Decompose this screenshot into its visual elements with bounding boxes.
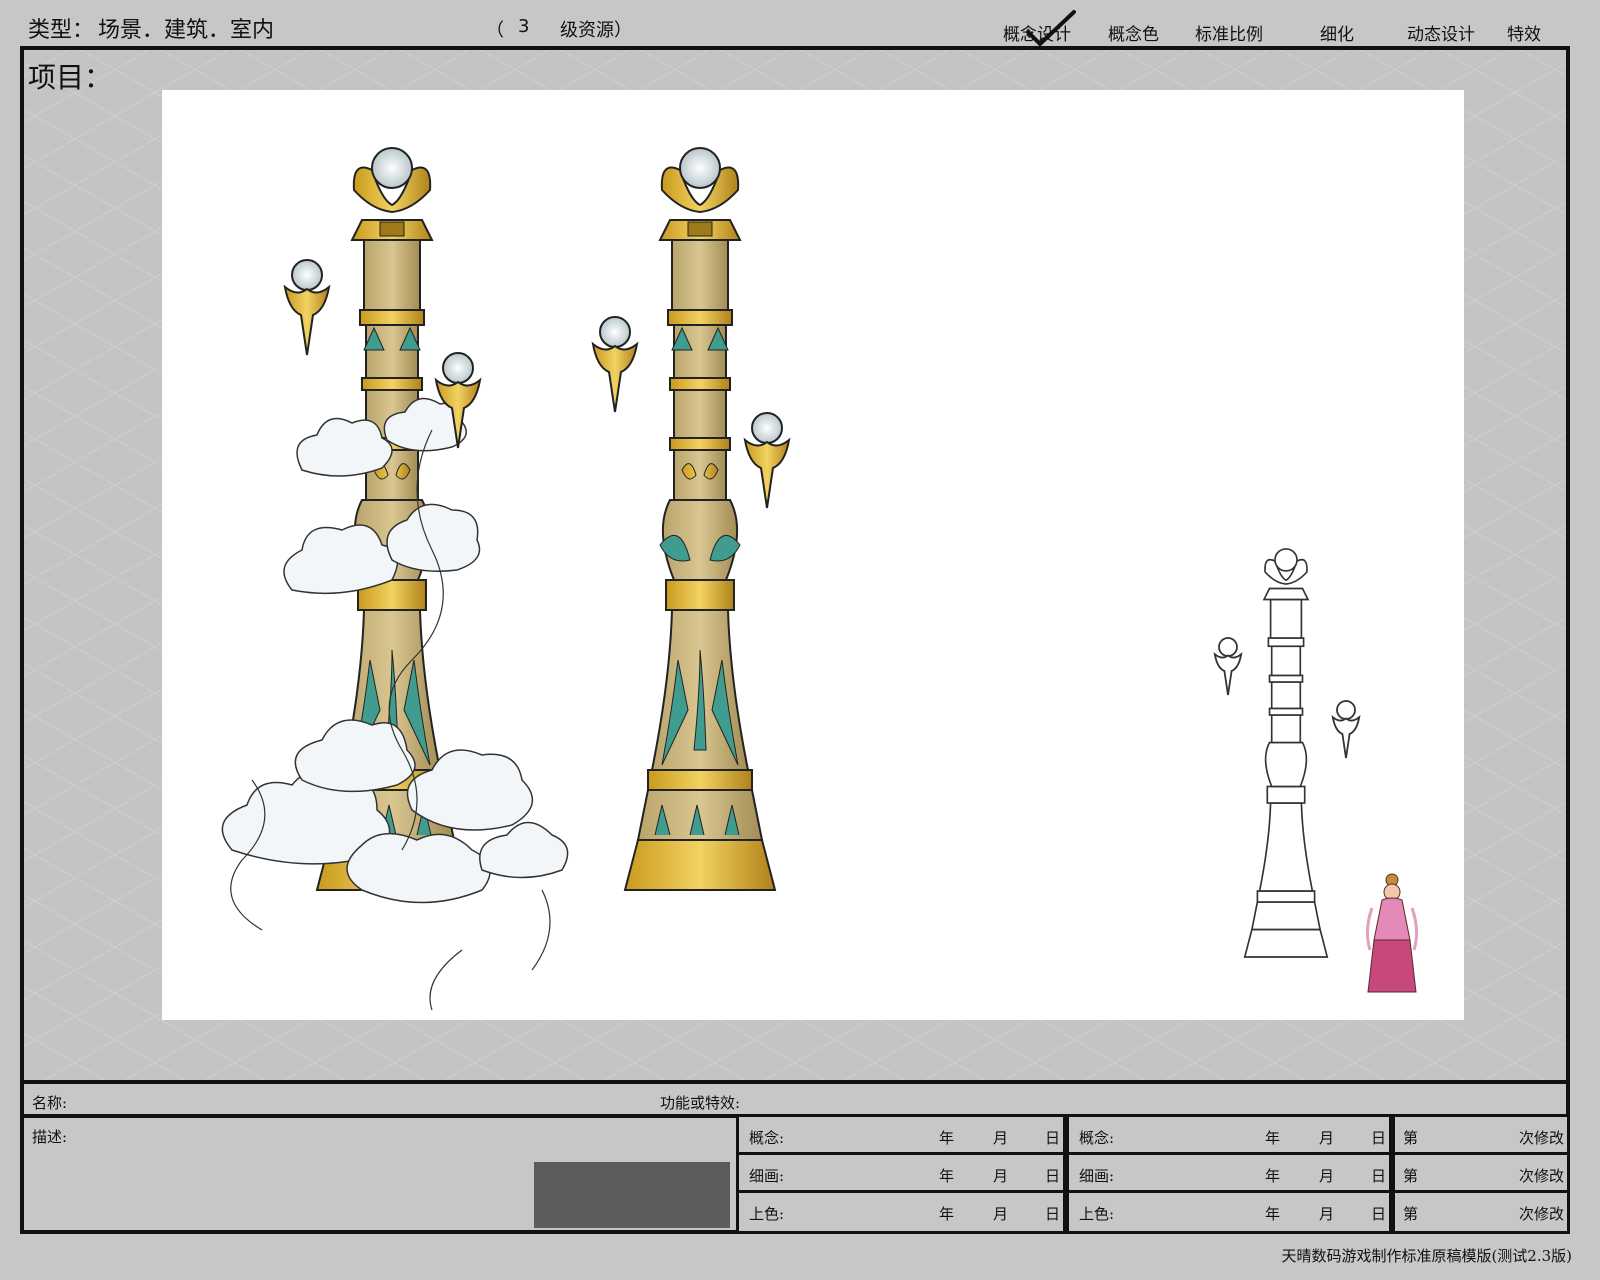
- revision-suffix: 次修改: [1519, 1129, 1565, 1147]
- function-label: 功能或特效:: [660, 1094, 741, 1112]
- template-footer: 天晴数码游戏制作标准原稿模版(测试2.3版): [1281, 1247, 1572, 1265]
- stage-motion-design: 动态设计: [1407, 25, 1475, 45]
- revision-prefix: 第: [1403, 1205, 1419, 1223]
- date-row-concept: 概念: 年 月 日: [739, 1117, 1063, 1155]
- checkmark-icon: [1026, 10, 1076, 47]
- date-row-color: 上色: 年 月 日: [739, 1193, 1063, 1231]
- level-number: 3: [518, 16, 530, 37]
- project-label: 项目：: [28, 61, 113, 94]
- type-label: 类型：: [28, 18, 95, 43]
- day-label: 日: [1045, 1129, 1061, 1147]
- revision-group: 第 次修改 第 次修改 第 次修改: [1392, 1114, 1570, 1234]
- day-label: 日: [1045, 1167, 1061, 1185]
- pillar-concept-art: [221, 147, 1419, 1011]
- year-label: 年: [1265, 1167, 1281, 1185]
- name-label: 名称:: [32, 1094, 68, 1112]
- day-label: 日: [1371, 1167, 1387, 1185]
- month-label: 月: [993, 1205, 1009, 1223]
- month-label: 月: [1319, 1129, 1335, 1147]
- year-label: 年: [1265, 1129, 1281, 1147]
- revision-prefix: 第: [1403, 1167, 1419, 1185]
- date-row-label: 上色:: [749, 1205, 785, 1223]
- date-row-label: 细画:: [1079, 1167, 1115, 1185]
- revision-row: 第 次修改: [1395, 1117, 1567, 1155]
- day-label: 日: [1371, 1129, 1387, 1147]
- day-label: 日: [1045, 1205, 1061, 1223]
- year-label: 年: [1265, 1205, 1281, 1223]
- date-row-label: 概念:: [1079, 1129, 1115, 1147]
- revision-prefix: 第: [1403, 1129, 1419, 1147]
- date-row-sketch: 细画: 年 月 日: [739, 1155, 1063, 1193]
- year-label: 年: [939, 1205, 955, 1223]
- date-row-label: 上色:: [1079, 1205, 1115, 1223]
- day-label: 日: [1371, 1205, 1387, 1223]
- month-label: 月: [993, 1167, 1009, 1185]
- description-box: 描述:: [20, 1114, 740, 1234]
- name-row: 名称: 功能或特效:: [20, 1080, 1570, 1118]
- revision-suffix: 次修改: [1519, 1205, 1565, 1223]
- year-label: 年: [939, 1129, 955, 1147]
- date-group-1: 概念: 年 月 日 细画: 年 月 日 上色: 年 月 日: [736, 1114, 1066, 1234]
- year-label: 年: [939, 1167, 955, 1185]
- date-row-concept: 概念: 年 月 日: [1069, 1117, 1389, 1155]
- revision-row: 第 次修改: [1395, 1155, 1567, 1193]
- description-label: 描述:: [32, 1128, 68, 1146]
- date-row-color: 上色: 年 月 日: [1069, 1193, 1389, 1231]
- stage-concept-color: 概念色: [1108, 25, 1159, 45]
- month-label: 月: [1319, 1167, 1335, 1185]
- placeholder-block: [534, 1162, 730, 1228]
- stage-effects: 特效: [1507, 25, 1541, 45]
- month-label: 月: [1319, 1205, 1335, 1223]
- revision-suffix: 次修改: [1519, 1167, 1565, 1185]
- month-label: 月: [993, 1129, 1009, 1147]
- date-row-label: 细画:: [749, 1167, 785, 1185]
- artwork-canvas: [162, 90, 1464, 1020]
- type-value: 场景．建筑．室内: [98, 18, 275, 43]
- level-open-paren: （: [486, 20, 504, 41]
- date-group-2: 概念: 年 月 日 细画: 年 月 日 上色: 年 月 日: [1066, 1114, 1392, 1234]
- stage-refine: 细化: [1320, 25, 1354, 45]
- date-row-sketch: 细画: 年 月 日: [1069, 1155, 1389, 1193]
- revision-row: 第 次修改: [1395, 1193, 1567, 1231]
- stage-standard-scale: 标准比例: [1195, 25, 1263, 45]
- date-row-label: 概念:: [749, 1129, 785, 1147]
- level-text: 级资源）: [560, 20, 632, 41]
